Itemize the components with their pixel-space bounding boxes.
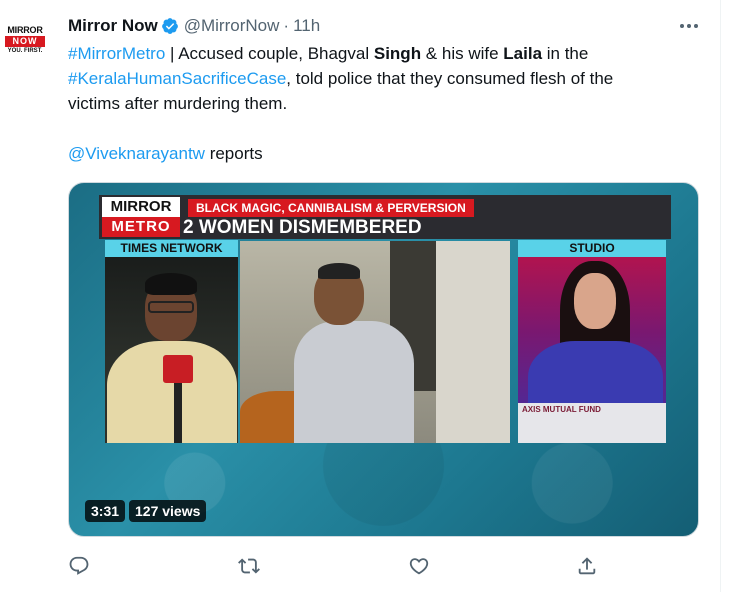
tweet-text-mention-line: @Viveknarayantw reports	[68, 141, 698, 166]
avatar-line1: MIRROR	[7, 25, 43, 35]
retweet-icon[interactable]	[238, 555, 262, 579]
reply-icon[interactable]	[68, 555, 92, 579]
text-segment: in the	[542, 44, 589, 63]
mention-link[interactable]: @Viveknarayantw	[68, 144, 205, 163]
logo-top: MIRROR	[102, 197, 180, 217]
text-bold-laila: Laila	[503, 44, 543, 63]
video-player[interactable]: MIRROR METRO BLACK MAGIC, CANNIBALISM & …	[68, 182, 699, 537]
sponsor-logo: AXIS MUTUAL FUND	[522, 405, 601, 414]
text-bold-singh: Singh	[373, 44, 422, 63]
text-segment: , told police that they consumed flesh o…	[286, 69, 614, 88]
hashtag-kerala[interactable]: #KeralaHumanSacrificeCase	[68, 69, 286, 88]
header-separator: ·	[283, 16, 290, 35]
tweet-actions	[68, 555, 608, 579]
timeline-divider	[720, 0, 721, 592]
tweet-text-line1: #MirrorMetro | Accused couple, Bhagval S…	[68, 41, 698, 66]
text-segment: | Accused couple, Bhagval	[165, 44, 374, 63]
avatar-line3: YOU. FIRST.	[7, 48, 43, 54]
author-name[interactable]: Mirror Now	[68, 14, 158, 38]
microphone	[163, 355, 193, 383]
tweet-timestamp[interactable]: 11h	[293, 14, 320, 38]
tweet-text-line2: #KeralaHumanSacrificeCase, told police t…	[68, 66, 698, 91]
reporter-video-pane	[105, 257, 238, 443]
hashtag-mirrormetro[interactable]: #MirrorMetro	[68, 44, 165, 63]
avatar-line2: NOW	[5, 36, 45, 47]
mirror-metro-logo: MIRROR METRO	[102, 197, 180, 237]
tweet-text: #MirrorMetro | Accused couple, Bhagval S…	[68, 41, 698, 116]
tweet-header: Mirror Now @MirrorNow · 11h	[68, 14, 320, 38]
avatar[interactable]: MIRROR NOW YOU. FIRST.	[0, 22, 50, 66]
video-views-badge: 127 views	[129, 500, 207, 522]
accused-video-pane	[240, 241, 510, 443]
pane-label-times-network: TIMES NETWORK	[105, 240, 238, 257]
verified-badge-icon	[161, 18, 178, 34]
more-options-icon[interactable]	[672, 14, 706, 38]
text-segment: reports	[204, 144, 263, 163]
pane-label-studio: STUDIO	[518, 240, 666, 257]
tweet-text-line3: victims after murdering them.	[68, 94, 288, 113]
video-duration-badge: 3:31	[85, 500, 126, 522]
share-icon[interactable]	[576, 555, 600, 579]
author-handle[interactable]: @MirrorNow	[184, 14, 280, 38]
logo-bottom: METRO	[102, 217, 180, 237]
studio-video-pane: AXIS MUTUAL FUND	[518, 257, 666, 443]
like-icon[interactable]	[408, 555, 432, 579]
news-tag: BLACK MAGIC, CANNIBALISM & PERVERSION	[188, 199, 474, 217]
news-headline: 2 WOMEN DISMEMBERED	[183, 217, 422, 238]
text-segment: & his wife	[421, 44, 504, 63]
